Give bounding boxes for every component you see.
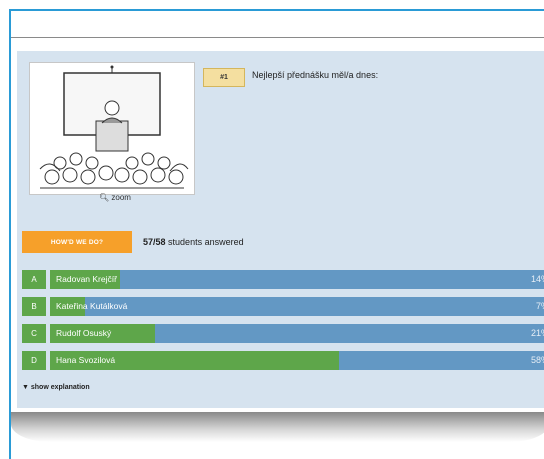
answer-row-a: A Radovan Krejčíř 14% [22,270,544,289]
answer-row-c: C Rudolf Osuský 21% [22,324,544,343]
question-number-badge: #1 [203,68,245,87]
answer-letter: D [22,351,46,370]
answer-percent: 58% [530,355,544,365]
answered-number: 57/58 [143,237,166,247]
answer-bar: Hana Svozilová 58% [50,351,544,370]
answer-name: Radovan Krejčíř [56,274,117,284]
how-did-we-do-button[interactable]: HOW'D WE DO? [22,231,132,253]
show-explanation-toggle[interactable]: ▼ show explanation [22,384,90,391]
answer-name: Hana Svozilová [56,355,116,365]
answer-letter: A [22,270,46,289]
answered-count: 57/58 students answered [143,237,244,247]
search-icon: 🔍︎ [99,193,110,202]
top-bar [11,11,544,38]
answer-bar: Rudolf Osuský 21% [50,324,544,343]
answer-percent: 14% [530,274,544,284]
zoom-link[interactable]: 🔍︎ zoom [99,193,131,202]
answer-row-b: B Kateřina Kutálková 7% [22,297,544,316]
answer-name: Kateřina Kutálková [56,301,128,311]
page-shadow [11,412,544,442]
answer-bar: Kateřina Kutálková 7% [50,297,544,316]
answer-letter: C [22,324,46,343]
answered-suffix: students answered [168,237,244,247]
answer-percent: 21% [530,328,544,338]
answer-row-d: D Hana Svozilová 58% [22,351,544,370]
answer-name: Rudolf Osuský [56,328,112,338]
answer-letter: B [22,297,46,316]
answer-bar: Radovan Krejčíř 14% [50,270,544,289]
zoom-label: zoom [111,193,131,202]
lecture-cartoon-icon [30,63,194,194]
question-panel: 🔍︎ zoom #1 Nejlepší přednášku měl/a dnes… [17,51,544,408]
lecture-image[interactable] [29,62,195,195]
question-text: Nejlepší přednášku měl/a dnes: [252,70,379,80]
answer-percent: 7% [535,301,544,311]
quiz-frame: 🔍︎ zoom #1 Nejlepší přednášku měl/a dnes… [9,9,544,459]
